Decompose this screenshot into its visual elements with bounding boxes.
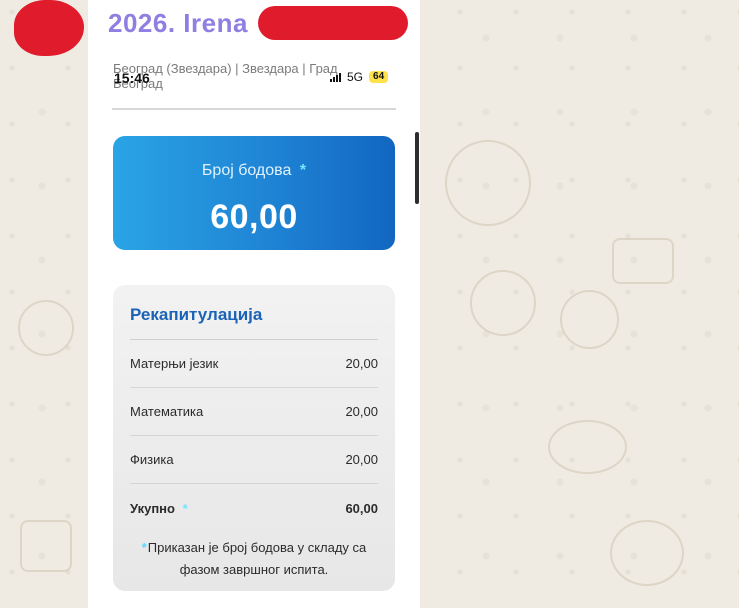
- redaction-mark: [258, 6, 408, 40]
- status-time: 15:46: [114, 70, 150, 86]
- background-doodle: [560, 290, 619, 349]
- footnote-marker: *: [141, 540, 147, 555]
- status-icons: 5G 64: [330, 70, 389, 84]
- background-doodle: [445, 140, 531, 226]
- points-marker: *: [299, 162, 307, 179]
- points-label-text: Број бодова: [201, 162, 292, 179]
- row-label: Математика: [130, 404, 204, 419]
- background-doodle: [610, 520, 684, 586]
- summary-card: Рекапитулација Матерњи језик 20,00 Матем…: [113, 285, 395, 591]
- total-marker: *: [182, 500, 188, 516]
- row-value: 20,00: [345, 452, 378, 467]
- row-value: 20,00: [345, 356, 378, 371]
- row-label: Физика: [130, 452, 174, 467]
- page-title: 2026. Irena: [108, 8, 248, 38]
- background-doodle: [548, 420, 627, 474]
- points-value: 60,00: [210, 198, 298, 236]
- points-label: Број бодова *: [113, 162, 395, 180]
- signal-icon: [330, 72, 341, 82]
- summary-title: Рекапитулација: [130, 305, 263, 324]
- summary-row: Матерњи језик 20,00: [130, 340, 378, 388]
- header-divider: [112, 108, 396, 110]
- background-doodle: [612, 238, 674, 284]
- background-doodle: [20, 520, 72, 572]
- total-label: Укупно *: [130, 501, 188, 516]
- footnote-text: Приказан је број бодова у складу са фазо…: [147, 540, 367, 577]
- footnote: *Приказан је број бодова у складу са фаз…: [130, 537, 378, 581]
- summary-row: Математика 20,00: [130, 388, 378, 436]
- scrollbar[interactable]: [415, 132, 419, 204]
- points-card: Број бодова * 60,00: [113, 136, 395, 250]
- row-label: Матерњи језик: [130, 356, 219, 371]
- battery-badge: 64: [369, 71, 389, 83]
- message-card: 2026. Irena Београд (Звездара) | Звездар…: [88, 0, 420, 608]
- total-label-text: Укупно: [130, 500, 175, 516]
- total-value: 60,00: [345, 500, 378, 516]
- network-label: 5G: [347, 70, 364, 84]
- summary-row: Физика 20,00: [130, 436, 378, 484]
- background-doodle: [18, 300, 74, 356]
- row-value: 20,00: [345, 404, 378, 419]
- summary-total-row: Укупно * 60,00: [130, 484, 378, 532]
- background-doodle: [470, 270, 536, 336]
